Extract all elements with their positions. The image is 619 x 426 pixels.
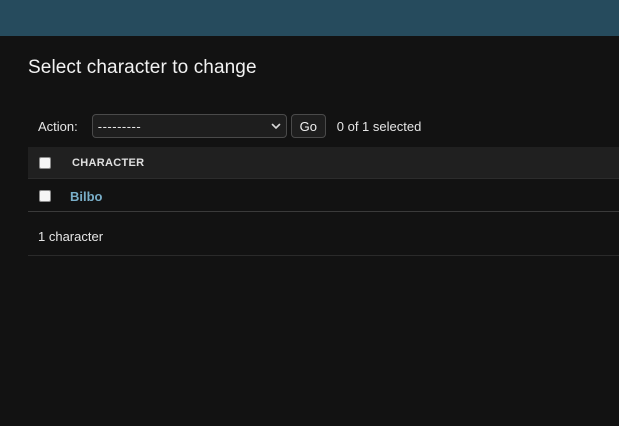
row-checkbox[interactable] [39,190,51,202]
go-button[interactable]: Go [290,114,326,138]
selected-count: 0 of 1 selected [336,118,422,134]
action-label: Action: [38,118,78,134]
table-row: Bilbo [28,180,619,212]
page-title: Select character to change [28,57,257,78]
column-header-character[interactable]: CHARACTER [72,157,144,169]
select-all-checkbox[interactable] [39,157,51,169]
result-count: 1 character [38,229,104,244]
action-select-value: --------- [97,119,142,134]
paginator: 1 character [28,213,619,256]
header-bar [0,0,619,36]
actions-bar: Action: --------- Go 0 of 1 selected [28,112,619,140]
table-header: CHARACTER [28,147,619,179]
character-link[interactable]: Bilbo [70,189,103,204]
chevron-down-icon [271,123,281,129]
action-select[interactable]: --------- [91,114,287,138]
